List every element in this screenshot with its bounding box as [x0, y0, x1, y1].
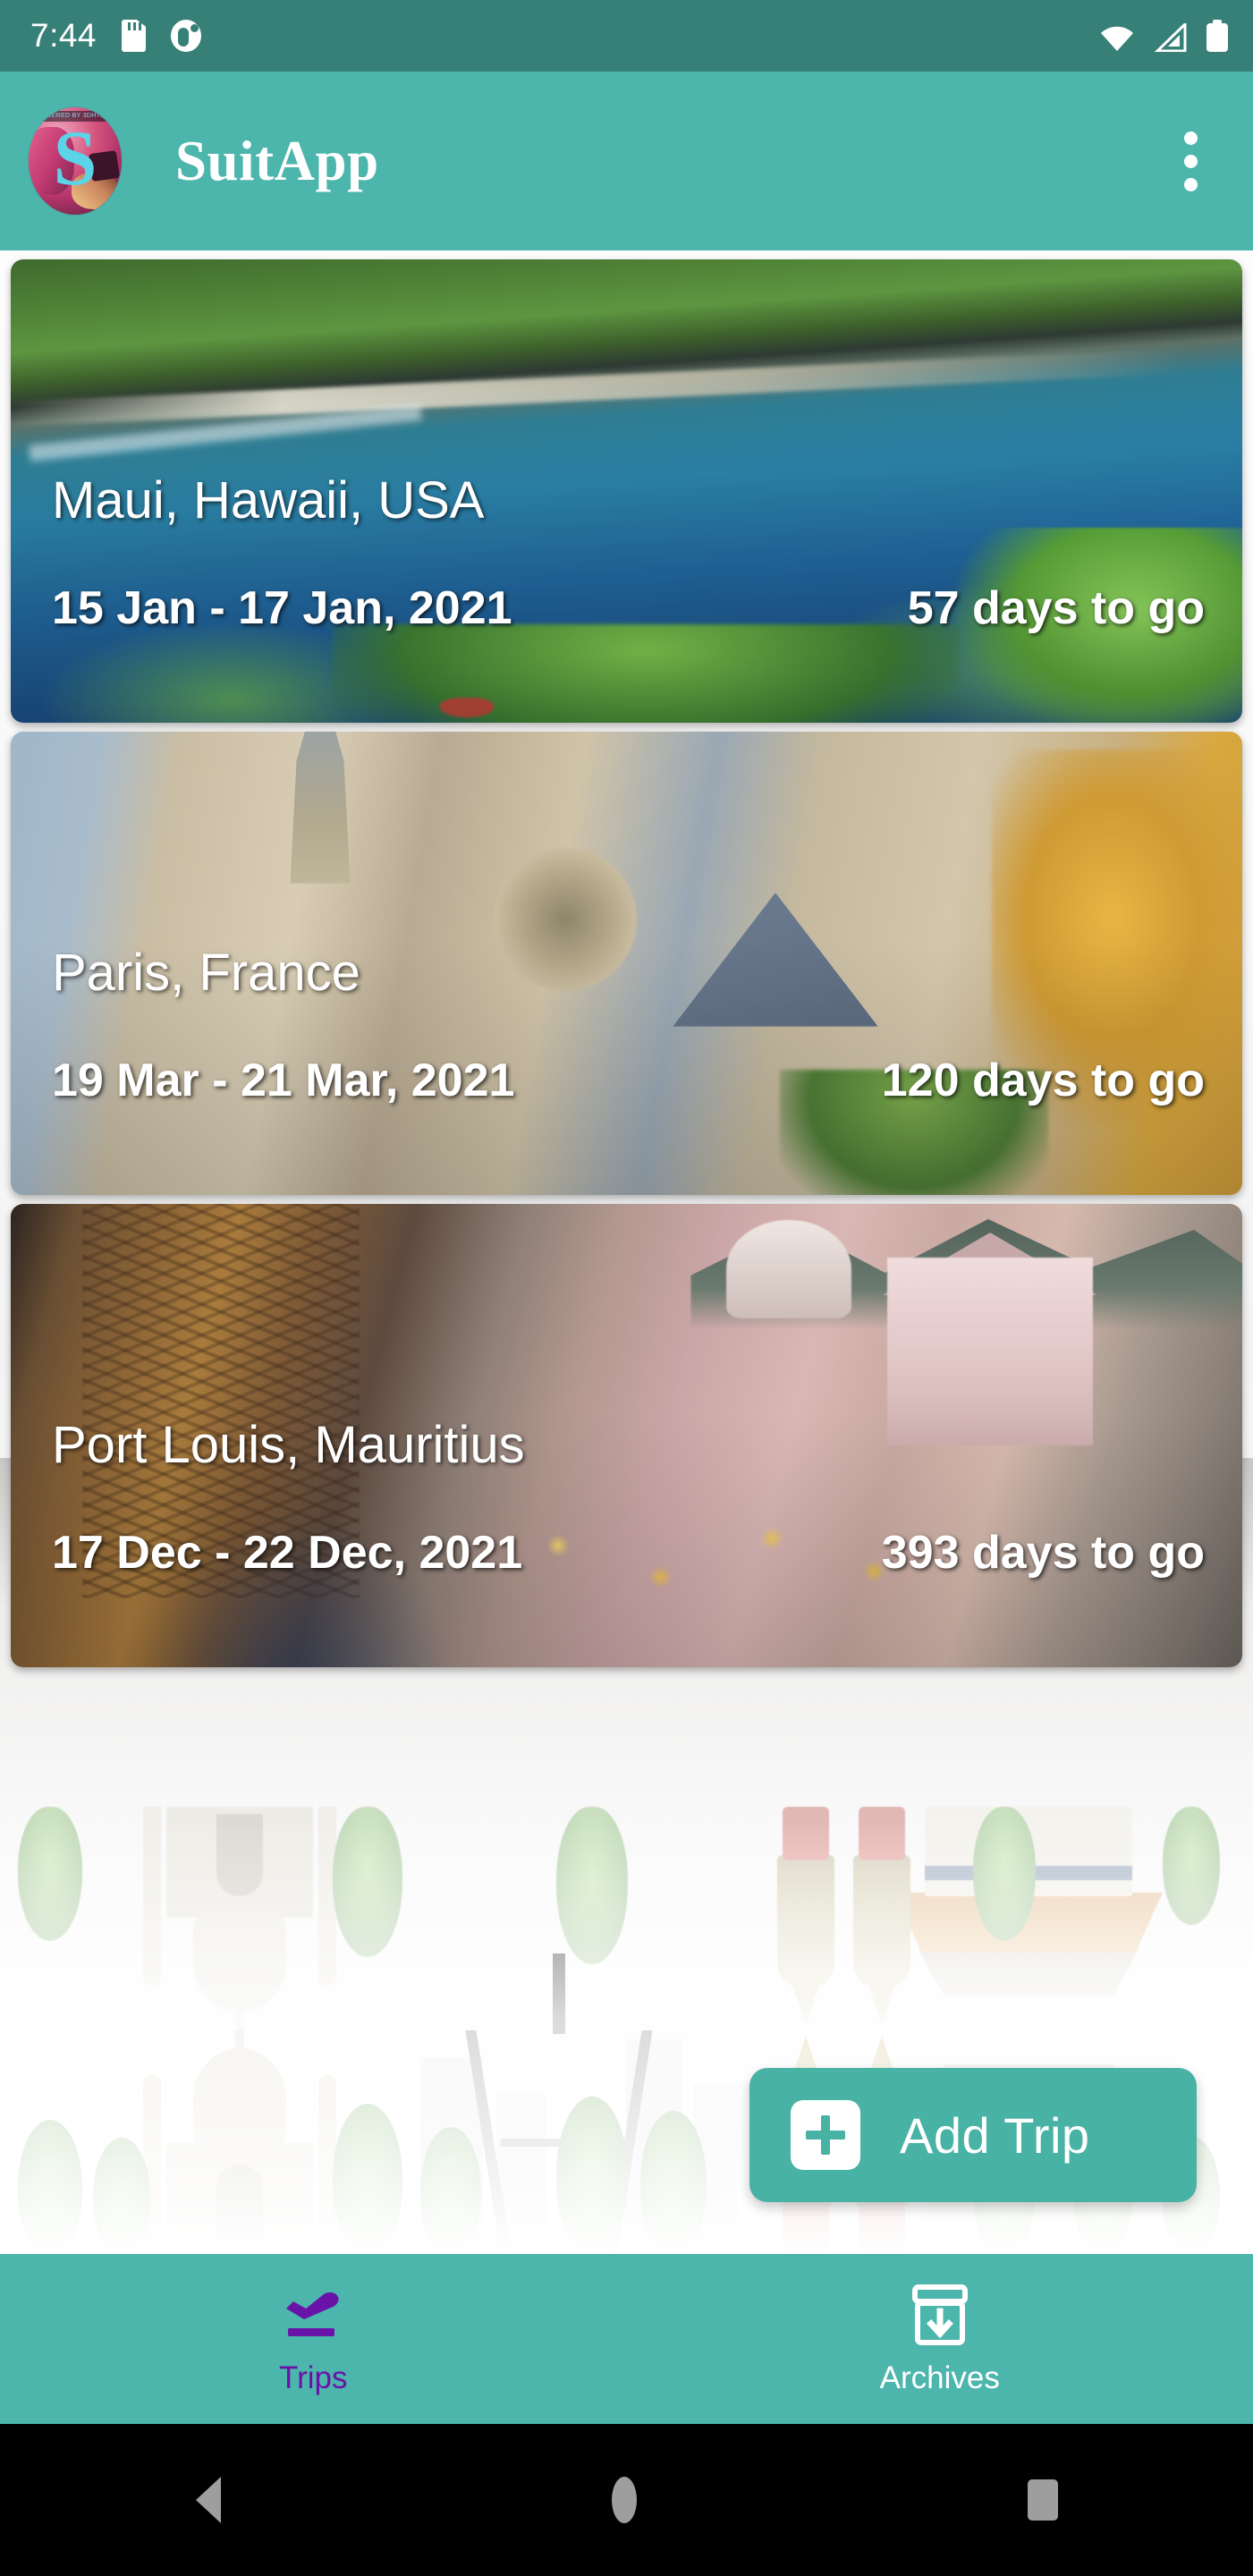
wifi-icon — [1099, 25, 1135, 52]
debug-icon — [171, 20, 202, 52]
trip-meta: 15 Jan - 17 Jan, 2021 57 days to go — [52, 581, 1205, 635]
trip-destination: Paris, France — [52, 944, 360, 1002]
status-bar-right — [1099, 20, 1228, 53]
trip-card-list: Maui, Hawaii, USA 15 Jan - 17 Jan, 2021 … — [0, 250, 1253, 1667]
status-bar: 7:44 — [0, 0, 1253, 72]
add-trip-label: Add Trip — [900, 2106, 1090, 2164]
trip-countdown: 57 days to go — [907, 582, 1205, 634]
trip-meta: 19 Mar - 21 Mar, 2021 120 days to go — [52, 1054, 1205, 1107]
nav-item-archives[interactable]: Archives — [627, 2254, 1253, 2424]
nav-label-trips: Trips — [279, 2360, 348, 2395]
archive-box-icon — [908, 2282, 972, 2348]
trip-card[interactable]: Port Louis, Mauritius 17 Dec - 22 Dec, 2… — [11, 1204, 1242, 1667]
app-title: SuitApp — [175, 129, 379, 192]
trip-dates: 17 Dec - 22 Dec, 2021 — [52, 1527, 523, 1579]
trip-dates: 19 Mar - 21 Mar, 2021 — [52, 1055, 515, 1106]
status-bar-clock: 7:44 — [30, 17, 97, 54]
add-trip-button[interactable]: Add Trip — [749, 2068, 1197, 2202]
home-button[interactable] — [611, 2477, 637, 2523]
logo-letter: S — [53, 115, 97, 202]
status-bar-left: 7:44 — [30, 17, 202, 55]
trip-destination: Port Louis, Mauritius — [52, 1416, 525, 1474]
add-box-icon — [791, 2100, 860, 2170]
back-button[interactable] — [195, 2477, 221, 2523]
nav-label-archives: Archives — [879, 2360, 1000, 2395]
cellular-signal-icon — [1154, 21, 1187, 53]
trip-card[interactable]: Paris, France 19 Mar - 21 Mar, 2021 120 … — [11, 732, 1242, 1195]
flight-takeoff-icon — [274, 2282, 352, 2348]
phone-screen: 7:44 POWERED BY 3DHTECH S SuitApp Maui, … — [0, 0, 1253, 2576]
app-logo-avatar[interactable]: POWERED BY 3DHTECH S — [29, 107, 122, 215]
trip-countdown: 393 days to go — [881, 1527, 1205, 1579]
nav-item-trips[interactable]: Trips — [0, 2254, 627, 2424]
android-navigation-bar — [0, 2424, 1253, 2576]
trip-meta: 17 Dec - 22 Dec, 2021 393 days to go — [52, 1526, 1205, 1580]
battery-icon — [1206, 20, 1228, 52]
main-content: Maui, Hawaii, USA 15 Jan - 17 Jan, 2021 … — [0, 250, 1253, 2254]
bottom-navigation: Trips Archives — [0, 2254, 1253, 2424]
trip-dates: 15 Jan - 17 Jan, 2021 — [52, 582, 512, 634]
trip-destination: Maui, Hawaii, USA — [52, 471, 485, 530]
overflow-menu-icon[interactable] — [1155, 112, 1226, 210]
app-bar: POWERED BY 3DHTECH S SuitApp — [0, 72, 1253, 250]
trip-card[interactable]: Maui, Hawaii, USA 15 Jan - 17 Jan, 2021 … — [11, 259, 1242, 723]
recents-button[interactable] — [1027, 2479, 1058, 2521]
trip-countdown: 120 days to go — [881, 1055, 1205, 1106]
sd-card-icon — [122, 20, 147, 52]
